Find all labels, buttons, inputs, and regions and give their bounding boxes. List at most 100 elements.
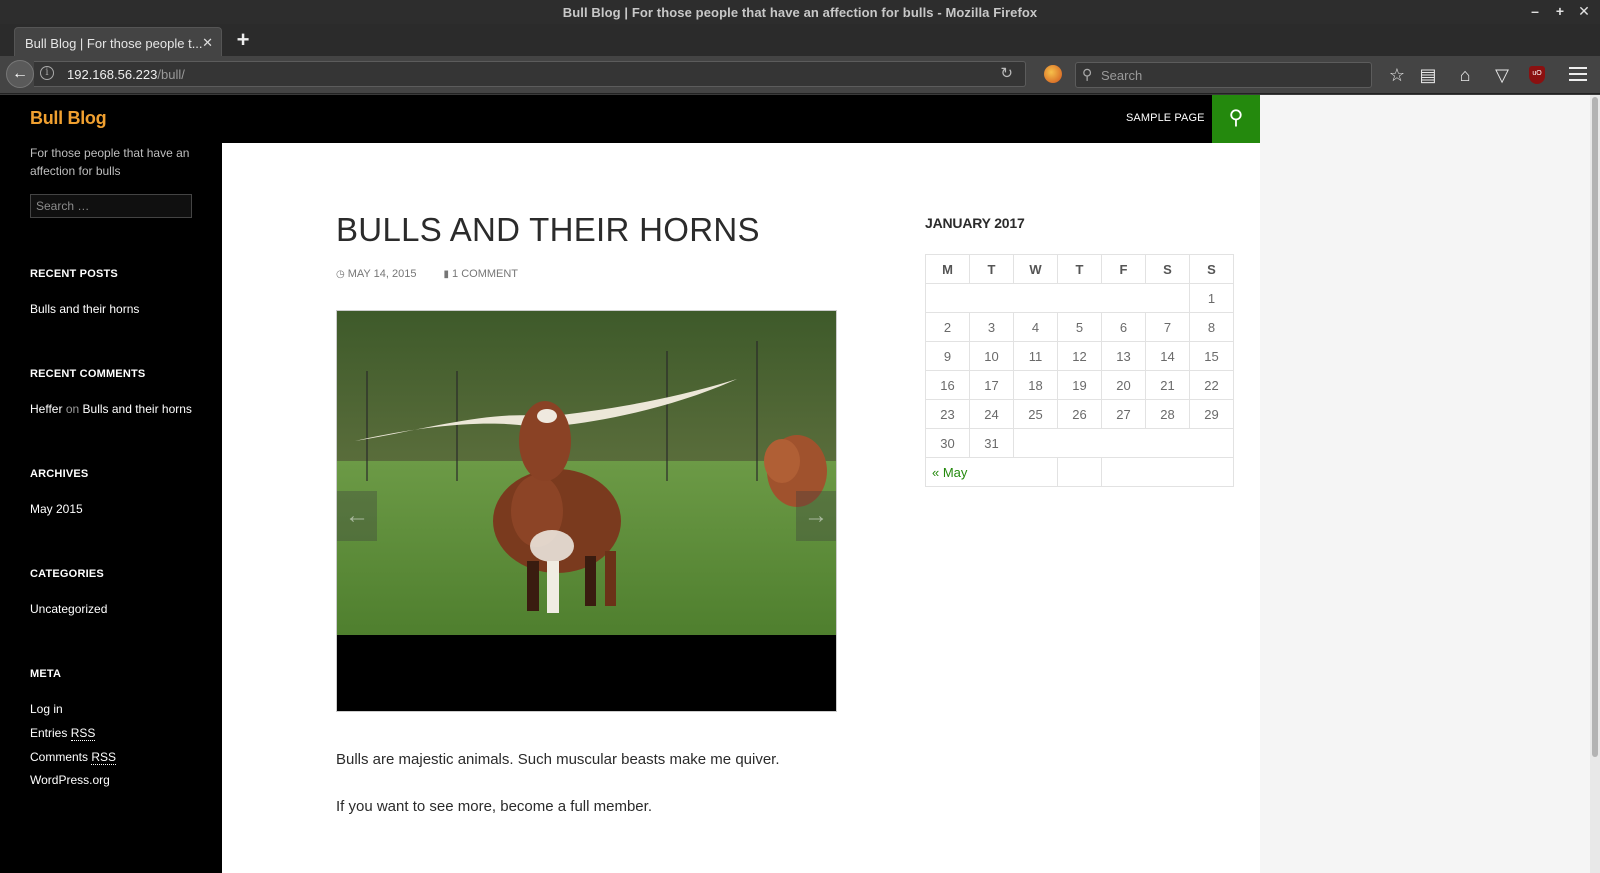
calendar-day: 2 — [925, 312, 970, 342]
calendar-day: 8 — [1189, 312, 1234, 342]
login-link[interactable]: Log in — [30, 702, 63, 716]
calendar-day: 19 — [1057, 370, 1102, 400]
post-title[interactable]: BULLS AND THEIR HORNS — [336, 211, 760, 249]
bookmark-star-icon[interactable]: ☆ — [1386, 64, 1408, 86]
window-title: Bull Blog | For those people that have a… — [562, 5, 1038, 20]
new-tab-button[interactable]: + — [234, 28, 252, 52]
comments-label: Comments — [30, 750, 89, 764]
main-content: BULLS AND THEIR HORNS ◷ MAY 14, 2015 ▮ 1 C… — [222, 143, 1260, 873]
menu-item-sample-page[interactable]: SAMPLE PAGE — [1126, 112, 1205, 124]
menu-icon[interactable] — [1569, 67, 1587, 81]
calendar-day: 21 — [1145, 370, 1190, 400]
calendar-day: 10 — [969, 341, 1014, 371]
scrollbar-thumb[interactable] — [1592, 97, 1598, 757]
tab-close-icon[interactable]: ✕ — [202, 35, 213, 51]
url-host: 192.168.56.223 — [67, 67, 158, 82]
calendar-day: 11 — [1013, 341, 1058, 371]
calendar-day: 15 — [1189, 341, 1234, 371]
reload-icon[interactable]: ↻ — [1000, 64, 1013, 82]
calendar-day: 31 — [969, 428, 1014, 458]
site-sidebar: Bull Blog For those people that have an … — [0, 95, 222, 873]
comments-rss-link[interactable]: Comments RSS — [30, 750, 117, 765]
comment-on-text: on — [65, 402, 80, 416]
post-date-text: MAY 14, 2015 — [347, 268, 417, 280]
comment-author-link[interactable]: Heffer — [30, 402, 62, 416]
back-button[interactable]: ← — [6, 60, 34, 88]
home-icon[interactable]: ⌂ — [1454, 64, 1476, 86]
window-titlebar: Bull Blog | For those people that have a… — [0, 0, 1600, 24]
sidebar-search-input[interactable]: Search … — [30, 194, 192, 218]
recent-comments-title: RECENT COMMENTS — [30, 368, 146, 380]
search-icon: ⚲ — [1228, 107, 1244, 129]
post-comments-text: 1 COMMENT — [452, 268, 519, 280]
entries-label: Entries — [30, 726, 68, 740]
recent-comment-item: Heffer on Bulls and their horns — [30, 402, 192, 416]
post-date[interactable]: ◷ MAY 14, 2015 — [336, 268, 428, 280]
gallery-next-arrow[interactable]: → — [796, 491, 836, 541]
calendar-day: 12 — [1057, 341, 1102, 371]
calendar-prev-month-link[interactable]: « May — [925, 457, 1058, 487]
category-link[interactable]: Uncategorized — [30, 602, 107, 616]
calendar-day: 16 — [925, 370, 970, 400]
gallery-prev-arrow[interactable]: ← — [337, 491, 377, 541]
entries-rss-link[interactable]: Entries RSS — [30, 726, 96, 741]
archives-title: ARCHIVES — [30, 468, 89, 480]
calendar-blank — [1057, 457, 1102, 487]
browser-tab[interactable]: Bull Blog | For those people t... ✕ — [14, 27, 222, 56]
weekday-header: S — [1145, 254, 1190, 284]
page-viewport: Bull Blog For those people that have an … — [0, 95, 1600, 873]
calendar-day: 18 — [1013, 370, 1058, 400]
calendar-day: 4 — [1013, 312, 1058, 342]
minimize-button[interactable]: – — [1527, 3, 1543, 19]
back-arrow-icon: ← — [12, 65, 28, 82]
close-window-button[interactable]: ✕ — [1576, 3, 1592, 20]
search-icon: ⚲ — [1082, 66, 1093, 82]
calendar-day: 7 — [1145, 312, 1190, 342]
recent-post-link[interactable]: Bulls and their horns — [30, 302, 139, 316]
browser-search-input[interactable]: ⚲ Search — [1075, 62, 1372, 88]
maximize-button[interactable]: + — [1552, 3, 1568, 19]
calendar-day: 20 — [1101, 370, 1146, 400]
wordpress-link[interactable]: WordPress.org — [30, 773, 110, 787]
post-comments-link[interactable]: ▮ 1 COMMENT — [444, 268, 531, 280]
site-info-icon[interactable]: i — [40, 66, 54, 80]
calendar-day: 27 — [1101, 399, 1146, 429]
url-text[interactable]: 192.168.56.223/bull/ — [67, 67, 185, 82]
calendar-day: 25 — [1013, 399, 1058, 429]
ublock-icon[interactable]: uO — [1529, 66, 1545, 84]
calendar-blank — [1101, 457, 1234, 487]
post-meta: ◷ MAY 14, 2015 ▮ 1 COMMENT — [336, 268, 542, 280]
calendar-day: 9 — [925, 341, 970, 371]
calendar-day: 24 — [969, 399, 1014, 429]
weekday-header: S — [1189, 254, 1234, 284]
site-description: For those people that have an affection … — [30, 146, 190, 178]
comment-icon: ▮ — [443, 269, 450, 280]
meta-title: META — [30, 668, 62, 680]
calendar-blank — [925, 283, 1190, 313]
recent-posts-title: RECENT POSTS — [30, 268, 118, 280]
archive-link[interactable]: May 2015 — [30, 502, 83, 516]
categories-title: CATEGORIES — [30, 568, 104, 580]
extension-icon[interactable] — [1044, 65, 1062, 83]
pocket-icon[interactable]: ▽ — [1491, 64, 1513, 86]
url-bar[interactable]: i 192.168.56.223/bull/ ↻ — [34, 61, 1026, 87]
calendar-widget: M T W T F S S 1 2 3 4 5 6 7 8 9 10 11 12… — [925, 254, 1234, 487]
calendar-day: 30 — [925, 428, 970, 458]
post-paragraph: If you want to see more, become a full m… — [336, 798, 652, 815]
rss-abbr: RSS — [91, 750, 117, 765]
reader-list-icon[interactable]: ▤ — [1417, 64, 1439, 86]
site-title[interactable]: Bull Blog — [30, 108, 107, 129]
calendar-day: 22 — [1189, 370, 1234, 400]
weekday-header: F — [1101, 254, 1146, 284]
calendar-day: 3 — [969, 312, 1014, 342]
calendar-day: 26 — [1057, 399, 1102, 429]
header-search-button[interactable]: ⚲ — [1212, 95, 1260, 143]
longhorn-bull-photo — [337, 311, 836, 635]
calendar-day: 23 — [925, 399, 970, 429]
comment-post-link[interactable]: Bulls and their horns — [83, 402, 192, 416]
image-gallery: ← → — [336, 310, 837, 712]
calendar-caption: JANUARY 2017 — [925, 215, 1025, 231]
post-paragraph: Bulls are majestic animals. Such muscula… — [336, 751, 780, 768]
weekday-header: W — [1013, 254, 1058, 284]
calendar-day: 6 — [1101, 312, 1146, 342]
